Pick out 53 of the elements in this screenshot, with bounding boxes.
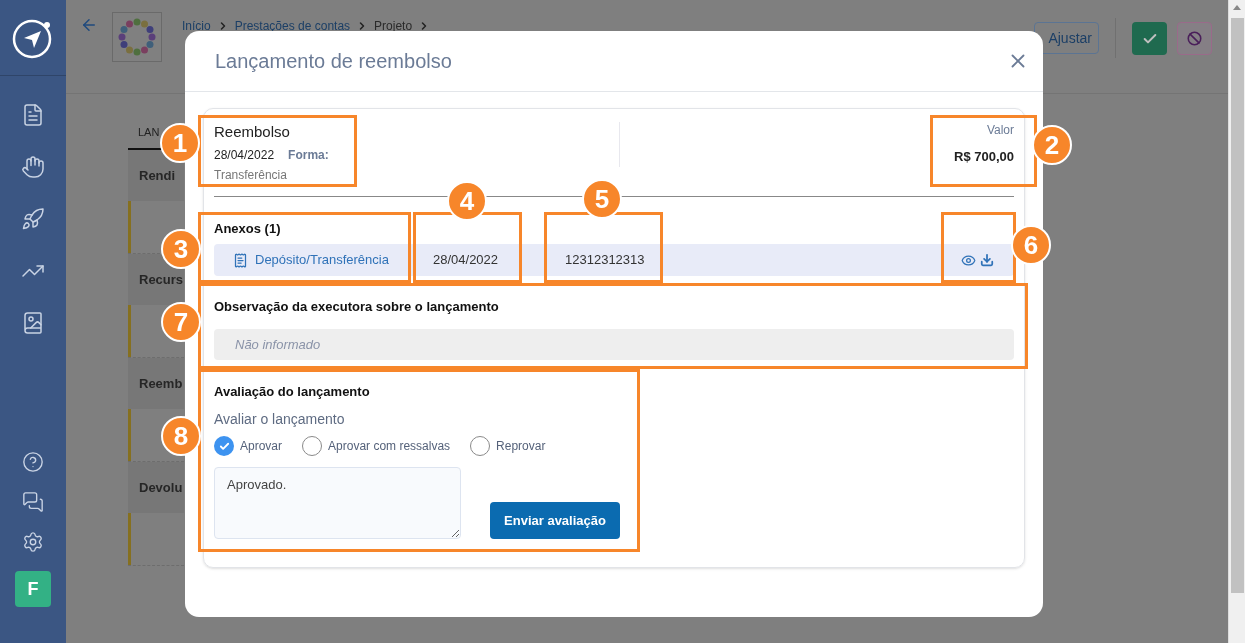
chat-icon[interactable] [22, 491, 44, 513]
document-icon[interactable] [21, 103, 45, 127]
section-header: Reemb [128, 358, 184, 409]
back-icon[interactable] [80, 16, 98, 34]
radio-option[interactable]: Aprovar [214, 436, 283, 456]
entry-date: 28/04/2022 [214, 146, 275, 164]
callout-number: 8 [161, 416, 201, 456]
breadcrumb-link[interactable]: Prestações de contas [234, 17, 351, 35]
radio-label: Reprovar [496, 438, 546, 455]
hand-icon[interactable] [21, 155, 45, 179]
radio-label: Aprovar [240, 438, 283, 455]
view-icon[interactable] [961, 252, 976, 268]
radio-button[interactable] [214, 436, 234, 456]
callout-number: 2 [1032, 125, 1072, 165]
radio-label: Aprovar com ressalvas [328, 438, 451, 455]
observation-field[interactable]: Não informado [214, 328, 1014, 360]
radio-button[interactable] [470, 436, 491, 456]
observation-heading: Observação da executora sobre o lançamento [214, 298, 500, 316]
evaluation-label: Avaliar o lançamento [214, 410, 346, 429]
form-label: Forma: [288, 146, 329, 164]
section-card [128, 513, 184, 566]
check-icon [218, 440, 230, 452]
attachment-date: 28/04/2022 [433, 251, 500, 270]
entry-type: Reembolso [214, 122, 291, 142]
form-value: Transferência [214, 166, 288, 184]
scrollbar-thumb[interactable] [1230, 18, 1244, 593]
value-label: Valor [986, 122, 1014, 139]
settings-icon[interactable] [22, 531, 44, 553]
section-header: Devolu [128, 462, 184, 513]
block-button[interactable] [1177, 22, 1212, 55]
comment-field[interactable]: Aprovado. [214, 467, 461, 539]
callout-number: 6 [1011, 225, 1051, 265]
help-icon[interactable] [22, 451, 44, 473]
attachments-heading: Anexos (1) [214, 219, 282, 238]
receipt-icon [233, 252, 248, 268]
evaluation-heading: Avaliação do lançamento [214, 382, 371, 401]
download-icon[interactable] [980, 253, 994, 267]
radio-option[interactable]: Aprovar com ressalvas [302, 436, 451, 456]
image-book-icon[interactable] [21, 311, 45, 335]
approve-button[interactable] [1132, 22, 1167, 55]
value-amount: R$ 700,00 [954, 148, 1014, 166]
modal-title: Lançamento de reembolso [215, 49, 453, 74]
background-tab[interactable]: LAN [128, 118, 159, 148]
breadcrumb-link[interactable]: Projeto [374, 17, 413, 35]
radio-button[interactable] [302, 436, 323, 456]
ban-icon [1187, 31, 1202, 46]
rocket-icon[interactable] [21, 207, 45, 231]
submit-button[interactable]: Enviar avaliação [490, 502, 620, 539]
user-avatar[interactable]: F [15, 571, 51, 607]
radio-option[interactable]: Reprovar [470, 436, 546, 456]
attachment-number: 12312312313 [565, 251, 646, 270]
attachment-link[interactable]: Depósito/Transferência [255, 250, 433, 270]
breadcrumb-link[interactable]: Início [182, 17, 211, 35]
